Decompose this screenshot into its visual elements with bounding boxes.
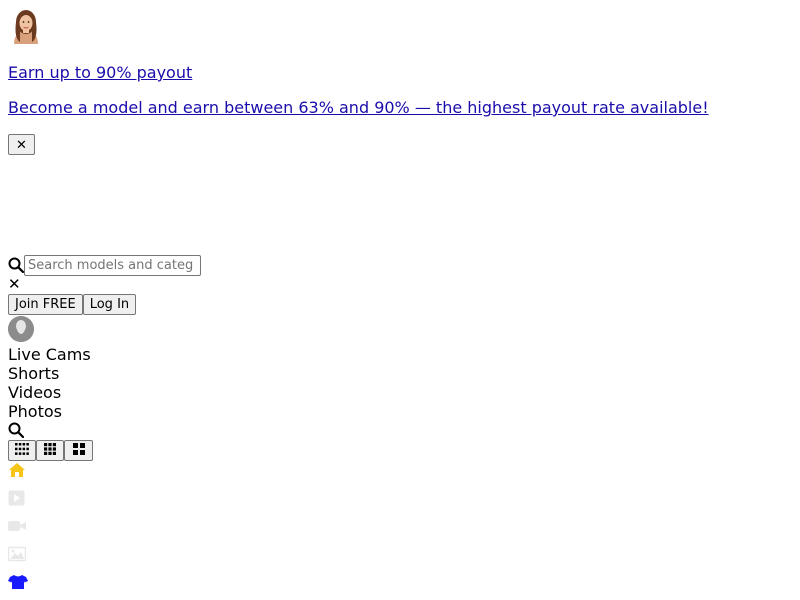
user-avatar[interactable] (8, 316, 34, 342)
model-avatar-image (8, 8, 44, 44)
grid-small-icon (15, 443, 29, 458)
search-icon[interactable] (8, 422, 25, 439)
nav-item-live-cams[interactable]: Live Cams (8, 345, 91, 364)
grid-large-button[interactable] (64, 440, 93, 461)
auth-buttons: Join FREE Log In (8, 294, 137, 315)
search-input[interactable] (24, 254, 201, 276)
main-nav: Live Cams Shorts Videos Photos (8, 345, 91, 421)
join-free-button[interactable]: Join FREE (8, 294, 83, 315)
grid-small-button[interactable] (8, 440, 36, 461)
shirt-icon[interactable] (8, 574, 28, 590)
search-icon[interactable] (8, 257, 25, 274)
grid-medium-button[interactable] (36, 440, 64, 461)
play-icon[interactable] (8, 490, 26, 506)
promo-headline-link[interactable]: Earn up to 90% payout (8, 63, 192, 83)
grid-medium-icon (44, 443, 56, 458)
nav-item-photos[interactable]: Photos (8, 402, 91, 421)
promo-close-button[interactable]: ✕ (8, 134, 35, 155)
grid-size-toggle (8, 440, 93, 461)
image-icon[interactable] (7, 546, 27, 562)
search-bar (8, 254, 201, 276)
grid-large-icon (72, 443, 85, 458)
promo-subline-link[interactable]: Become a model and earn between 63% and … (8, 98, 709, 118)
camera-icon[interactable] (8, 518, 26, 534)
clear-search-icon[interactable]: ✕ (8, 276, 21, 292)
page: Earn up to 90% payout Become a model and… (0, 0, 800, 600)
nav-item-videos[interactable]: Videos (8, 383, 91, 402)
nav-item-shorts[interactable]: Shorts (8, 364, 91, 383)
home-icon[interactable] (8, 462, 26, 478)
login-button[interactable]: Log In (82, 294, 137, 315)
